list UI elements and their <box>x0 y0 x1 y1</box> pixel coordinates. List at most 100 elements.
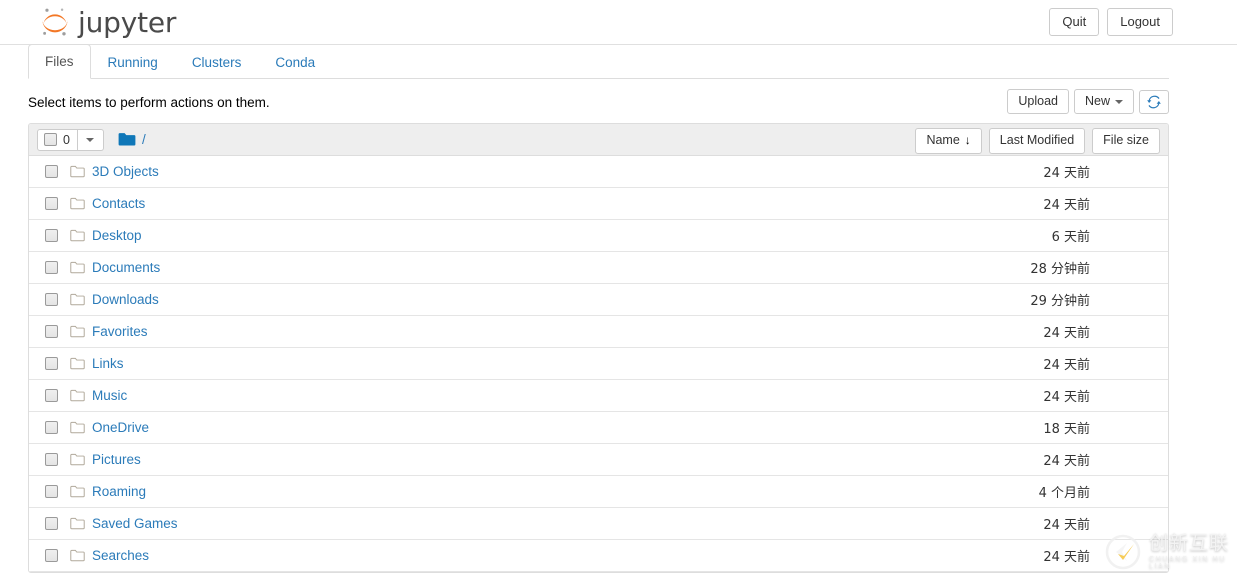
file-name-link[interactable]: Documents <box>92 260 160 275</box>
file-modified: 24 天前 <box>1043 518 1090 533</box>
file-name-link[interactable]: Music <box>92 388 127 403</box>
folder-outline-icon <box>70 389 85 402</box>
sort-by-modified-button[interactable]: Last Modified <box>988 128 1086 154</box>
file-modified: 24 天前 <box>1043 454 1090 469</box>
file-modified: 29 分钟前 <box>1030 294 1090 309</box>
select-all-box[interactable]: 0 <box>37 128 78 151</box>
table-row[interactable]: Searches 24 天前 <box>29 540 1168 572</box>
quit-button[interactable]: Quit <box>1049 8 1100 36</box>
file-name-link[interactable]: OneDrive <box>92 420 149 435</box>
upload-button[interactable]: Upload <box>1007 89 1069 114</box>
chevron-down-icon <box>86 137 95 142</box>
file-name-link[interactable]: Saved Games <box>92 516 178 531</box>
site-header: jupyter Quit Logout <box>0 0 1237 45</box>
table-row[interactable]: OneDrive 18 天前 <box>29 412 1168 444</box>
selection-hint: Select items to perform actions on them. <box>28 95 270 110</box>
row-checkbox[interactable] <box>45 421 58 434</box>
file-modified: 24 天前 <box>1043 390 1090 405</box>
sort-by-name-button[interactable]: Name ↓ <box>915 128 982 154</box>
file-name-link[interactable]: 3D Objects <box>92 164 159 179</box>
breadcrumb-root[interactable]: / <box>142 132 146 147</box>
jupyter-logo-icon <box>38 5 72 39</box>
table-row[interactable]: Music 24 天前 <box>29 380 1168 412</box>
tab-conda[interactable]: Conda <box>258 45 332 79</box>
folder-outline-icon <box>70 325 85 338</box>
row-checkbox[interactable] <box>45 293 58 306</box>
refresh-icon <box>1147 95 1161 108</box>
chevron-down-icon <box>1115 99 1123 104</box>
file-modified: 24 天前 <box>1043 358 1090 373</box>
table-row[interactable]: Links 24 天前 <box>29 348 1168 380</box>
file-name-link[interactable]: Desktop <box>92 228 142 243</box>
file-name-link[interactable]: Downloads <box>92 292 159 307</box>
folder-filled-icon[interactable] <box>118 132 136 147</box>
select-all-dropdown-button[interactable] <box>77 128 104 151</box>
new-button[interactable]: New <box>1073 89 1134 114</box>
brand-name: jupyter <box>78 5 177 39</box>
file-name-link[interactable]: Roaming <box>92 484 146 499</box>
table-row[interactable]: Roaming 4 个月前 <box>29 476 1168 508</box>
action-buttons: Upload New <box>1007 89 1169 114</box>
breadcrumb: / <box>118 132 146 147</box>
row-checkbox[interactable] <box>45 453 58 466</box>
folder-outline-icon <box>70 293 85 306</box>
sort-descending-arrow-icon: ↓ <box>964 133 971 148</box>
tab-files[interactable]: Files <box>28 44 91 79</box>
row-checkbox[interactable] <box>45 517 58 530</box>
folder-outline-icon <box>70 549 85 562</box>
row-checkbox[interactable] <box>45 165 58 178</box>
table-row[interactable]: Documents 28 分钟前 <box>29 252 1168 284</box>
file-list: 0 / Name ↓ Last Modified File size 3D Ob… <box>28 123 1169 573</box>
folder-outline-icon <box>70 261 85 274</box>
file-modified: 24 天前 <box>1043 550 1090 565</box>
table-row[interactable]: Downloads 29 分钟前 <box>29 284 1168 316</box>
file-modified: 18 天前 <box>1043 422 1090 437</box>
tab-bar: Files Running Clusters Conda <box>28 44 1169 79</box>
table-row[interactable]: Saved Games 24 天前 <box>29 508 1168 540</box>
page-body: Files Running Clusters Conda Select item… <box>28 44 1169 573</box>
tab-clusters[interactable]: Clusters <box>175 45 259 79</box>
file-modified: 4 个月前 <box>1038 486 1090 501</box>
folder-outline-icon <box>70 165 85 178</box>
sort-buttons: Name ↓ Last Modified File size <box>915 128 1160 154</box>
row-checkbox[interactable] <box>45 229 58 242</box>
folder-outline-icon <box>70 357 85 370</box>
folder-outline-icon <box>70 485 85 498</box>
row-checkbox[interactable] <box>45 389 58 402</box>
table-row[interactable]: Pictures 24 天前 <box>29 444 1168 476</box>
tab-running[interactable]: Running <box>91 45 175 79</box>
file-modified: 24 天前 <box>1043 326 1090 341</box>
checkbox-unchecked-icon[interactable] <box>44 133 57 146</box>
file-name-link[interactable]: Links <box>92 356 124 371</box>
table-row[interactable]: 3D Objects 24 天前 <box>29 156 1168 188</box>
selected-count: 0 <box>63 132 70 147</box>
brand[interactable]: jupyter <box>38 2 176 42</box>
file-modified: 24 天前 <box>1043 198 1090 213</box>
logout-button[interactable]: Logout <box>1107 8 1173 36</box>
row-checkbox[interactable] <box>45 357 58 370</box>
row-checkbox[interactable] <box>45 261 58 274</box>
file-modified: 28 分钟前 <box>1030 262 1090 277</box>
file-name-link[interactable]: Pictures <box>92 452 141 467</box>
file-rows: 3D Objects 24 天前 Contacts 24 天前 Desktop 6 天前 D… <box>29 156 1168 572</box>
select-all-group: 0 <box>37 128 104 151</box>
refresh-button[interactable] <box>1139 89 1169 114</box>
table-row[interactable]: Favorites 24 天前 <box>29 316 1168 348</box>
file-name-link[interactable]: Searches <box>92 548 149 563</box>
row-checkbox[interactable] <box>45 549 58 562</box>
row-checkbox[interactable] <box>45 325 58 338</box>
folder-outline-icon <box>70 229 85 242</box>
new-button-label: New <box>1084 94 1110 108</box>
action-row: Select items to perform actions on them.… <box>28 87 1169 123</box>
row-checkbox[interactable] <box>45 197 58 210</box>
sort-by-size-button[interactable]: File size <box>1092 128 1160 154</box>
table-row[interactable]: Contacts 24 天前 <box>29 188 1168 220</box>
row-checkbox[interactable] <box>45 485 58 498</box>
header-buttons: Quit Logout <box>1049 8 1173 36</box>
folder-outline-icon <box>70 517 85 530</box>
table-row[interactable]: Desktop 6 天前 <box>29 220 1168 252</box>
file-name-link[interactable]: Favorites <box>92 324 148 339</box>
file-name-link[interactable]: Contacts <box>92 196 145 211</box>
folder-outline-icon <box>70 453 85 466</box>
folder-outline-icon <box>70 421 85 434</box>
